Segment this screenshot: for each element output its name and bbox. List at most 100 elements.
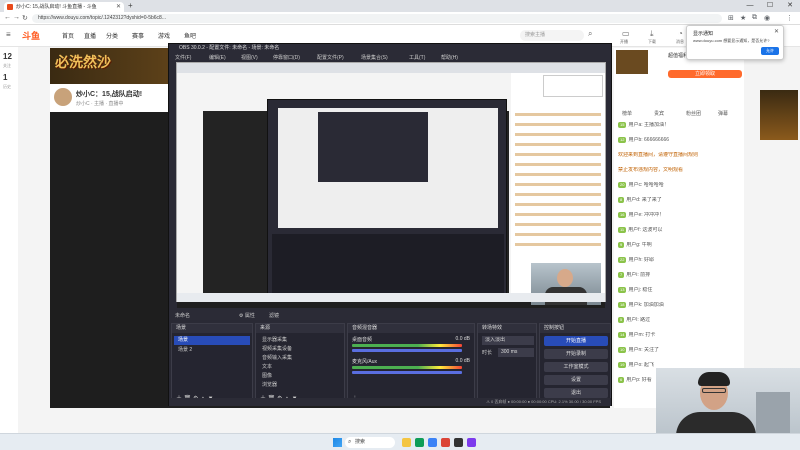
maximize-button[interactable]: ☐	[760, 0, 780, 12]
edge-icon[interactable]	[415, 438, 424, 447]
nested-taskbar	[177, 293, 605, 302]
obs-audio-mixer-dock: 音频混音器 桌面音频 0.0 dB 麦克风/Aux 0.0 dB ⋮	[347, 323, 475, 405]
taskbar-search[interactable]: ⌕ 搜索	[345, 437, 395, 448]
settings-button[interactable]: 设置	[544, 375, 608, 385]
popup-allow-button[interactable]: 允许	[761, 47, 779, 55]
header-label-messages: 消息	[676, 39, 684, 44]
obs-menu-view[interactable]: 视图(V)	[241, 54, 258, 61]
scenes-dock-title: 场景	[172, 324, 252, 333]
forward-icon[interactable]: →	[13, 14, 20, 21]
app-icon[interactable]	[467, 438, 476, 447]
source-item[interactable]: 音频输入采集	[258, 354, 342, 363]
transition-duration-input[interactable]: 300 ms	[498, 348, 534, 357]
obs-icon[interactable]	[454, 438, 463, 447]
obs-menu-tools[interactable]: 工具(T)	[409, 54, 425, 61]
chrome-icon[interactable]	[441, 438, 450, 447]
follow-count[interactable]: 12	[3, 52, 12, 61]
extensions-icon[interactable]: ⧉	[752, 14, 757, 22]
scene-item[interactable]: 场景 2	[174, 346, 250, 355]
window-close-button[interactable]: ✕	[780, 0, 800, 12]
obs-menu-scene-collection[interactable]: 场景集合(S)	[361, 54, 388, 61]
nav-category[interactable]: 分类	[106, 31, 118, 40]
promo-image[interactable]	[616, 50, 648, 74]
scene-item[interactable]: 场景	[174, 336, 250, 345]
reload-icon[interactable]: ↻	[22, 14, 28, 22]
obs-scenes-dock: 场景 场景 场景 2 ＋ 🗑 ⚙ ▲ ▼	[171, 323, 253, 405]
popup-close-icon[interactable]: ✕	[774, 28, 779, 35]
browser-toolbar: ← → ↻ https://www.douyu.com/topic/.12423…	[0, 12, 800, 25]
taskbar-search-label: 搜索	[355, 439, 366, 445]
tv-icon[interactable]: ▭	[622, 29, 630, 38]
exit-button[interactable]: 退出	[544, 388, 608, 398]
left-nav: 12 关注 1 历史	[0, 47, 18, 433]
chat-message: 13 用户j: 稳住	[618, 287, 742, 293]
obs-filters-button[interactable]: 滤镜	[269, 312, 279, 319]
bell-icon[interactable]: ◔	[678, 29, 683, 38]
profile-icon[interactable]: ◉	[764, 14, 770, 22]
site-search-input[interactable]: 搜索主播	[520, 30, 584, 41]
nav-live[interactable]: 直播	[84, 31, 96, 40]
side-promo-image[interactable]	[760, 90, 798, 140]
audio-meter	[352, 344, 462, 347]
hamburger-icon[interactable]: ≡	[6, 30, 11, 39]
streamer-avatar[interactable]	[54, 88, 72, 106]
start-recording-button[interactable]: 开始录制	[544, 349, 608, 359]
history-count[interactable]: 1	[3, 73, 7, 82]
chat-tab-rank[interactable]: 榜单	[622, 110, 632, 117]
new-tab-button[interactable]: +	[128, 1, 133, 10]
bookmark-star-icon[interactable]: ★	[740, 14, 746, 22]
nav-games[interactable]: 游戏	[158, 31, 170, 40]
start-streaming-button[interactable]: 开始直播	[544, 336, 608, 346]
chat-tab-danmu[interactable]: 弹幕	[718, 110, 728, 117]
tab-close-icon[interactable]: ✕	[116, 3, 121, 10]
volume-slider[interactable]	[352, 371, 462, 374]
back-icon[interactable]: ←	[4, 14, 11, 21]
studio-mode-button[interactable]: 工作室模式	[544, 362, 608, 372]
search-icon[interactable]: ⌕	[588, 29, 592, 39]
fan-level-badge: 11	[618, 227, 627, 233]
chat-message-text: 用户l: 路过	[626, 317, 651, 323]
translate-icon[interactable]: ⊞	[728, 14, 734, 22]
obs-menu-help[interactable]: 帮助(H)	[441, 54, 458, 61]
source-item[interactable]: 图像	[258, 372, 342, 381]
obs-preview-capture	[176, 62, 606, 305]
chat-tab-fans[interactable]: 粉丝团	[686, 110, 701, 117]
explorer-icon[interactable]	[402, 438, 411, 447]
source-item[interactable]: 显示器采集	[258, 336, 342, 345]
nav-yuba[interactable]: 鱼吧	[184, 31, 196, 40]
chat-message-text: 禁止发布违规内容，文明观看	[618, 167, 684, 173]
obs-menu-docks[interactable]: 停靠窗口(D)	[273, 54, 300, 61]
address-bar[interactable]: https://www.douyu.com/topic/.1242312?dys…	[32, 14, 722, 23]
fan-level-badge: 9	[618, 242, 625, 248]
promo-button[interactable]: 立即领取	[668, 70, 742, 78]
windows-start-icon[interactable]	[333, 438, 342, 447]
banner-title: 必洗然沙	[55, 54, 111, 70]
source-item[interactable]: 视频采集设备	[258, 345, 342, 354]
transition-type-select[interactable]: 淡入淡出	[482, 336, 534, 345]
fan-level-badge: 19	[618, 362, 627, 368]
fan-level-badge: 10	[618, 347, 627, 353]
browser-tab[interactable]: 炒小C: 15,战队启动! 斗鱼直播 - 斗鱼 ✕	[4, 2, 124, 12]
download-icon[interactable]: ⤓	[650, 29, 654, 39]
obs-menu-profile[interactable]: 配置文件(P)	[317, 54, 344, 61]
popup-title: 显示通知	[693, 31, 714, 37]
tab-title: 炒小C: 15,战队启动! 斗鱼直播 - 斗鱼	[16, 4, 97, 10]
source-item[interactable]: 文本	[258, 363, 342, 372]
person-glasses	[702, 388, 726, 393]
chat-message: 18 用户k: 加油加油	[618, 302, 742, 308]
chat-message: 15 用户a: 主播加油！	[618, 122, 742, 128]
store-icon[interactable]	[428, 438, 437, 447]
nav-home[interactable]: 首页	[62, 31, 74, 40]
volume-slider[interactable]	[352, 349, 462, 352]
nav-events[interactable]: 赛事	[132, 31, 144, 40]
minimize-button[interactable]: —	[740, 0, 760, 12]
source-item[interactable]: 浏览器	[258, 381, 342, 390]
obs-properties-button[interactable]: ⚙ 属性	[239, 312, 255, 319]
chat-tab-vip[interactable]: 贵宾	[654, 110, 664, 117]
obs-menu-file[interactable]: 文件(F)	[175, 54, 191, 61]
obs-menu-edit[interactable]: 编辑(E)	[209, 54, 226, 61]
menu-kebab-icon[interactable]: ⋮	[786, 14, 793, 22]
douyu-logo[interactable]: 斗鱼	[22, 29, 52, 43]
chat-message-text: 用户k: 加油加油	[628, 302, 664, 308]
fan-level-badge: 8	[618, 197, 625, 203]
